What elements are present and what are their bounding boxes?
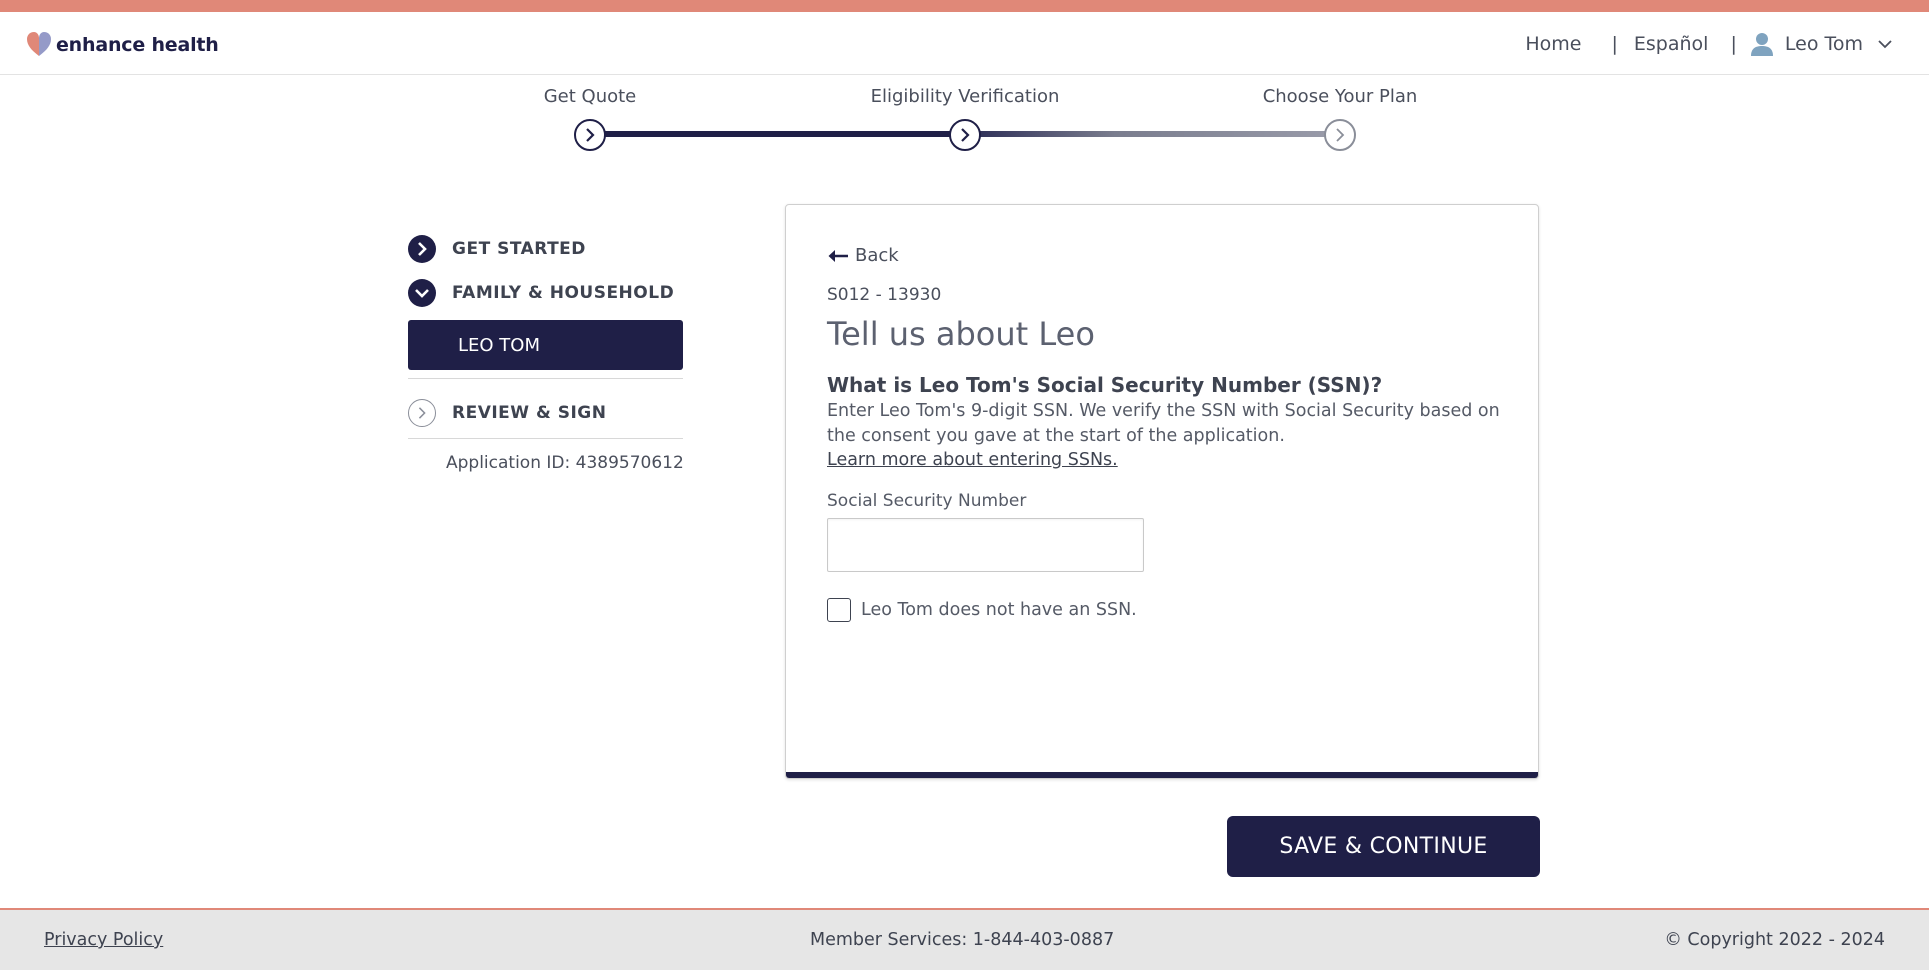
- plan-code: S012 - 13930: [827, 285, 942, 305]
- step-label-choose-plan: Choose Your Plan: [1262, 86, 1418, 107]
- user-menu-name[interactable]: Leo Tom: [1785, 33, 1863, 55]
- save-continue-button[interactable]: SAVE & CONTINUE: [1227, 816, 1540, 877]
- chevron-down-icon[interactable]: [1877, 36, 1893, 52]
- sidebar-item-review-sign[interactable]: REVIEW & SIGN: [408, 398, 694, 428]
- heart-logo-icon: [27, 32, 51, 56]
- progress-stepper: Get Quote Eligibility Verification Choos…: [0, 75, 1929, 175]
- sidebar-subitem-leo-tom[interactable]: LEO TOM: [408, 320, 683, 370]
- chevron-right-icon: [408, 399, 436, 427]
- site-footer: Privacy Policy Member Services: 1-844-40…: [0, 908, 1929, 970]
- sidebar-item-label: FAMILY & HOUSEHOLD: [452, 283, 675, 303]
- chevron-down-icon: [408, 279, 436, 307]
- step-label-eligibility: Eligibility Verification: [870, 86, 1060, 107]
- brand-name: enhance health: [56, 34, 219, 56]
- nav-separator: |: [1611, 33, 1618, 55]
- back-link[interactable]: Back: [827, 245, 899, 266]
- progress-line-complete: [590, 131, 965, 137]
- nav-separator: |: [1730, 33, 1737, 55]
- back-label: Back: [855, 245, 899, 266]
- sidebar-item-label: GET STARTED: [452, 239, 586, 259]
- brand-logo[interactable]: enhance health: [25, 30, 219, 60]
- sidebar-item-get-started[interactable]: GET STARTED: [408, 234, 694, 264]
- chevron-right-icon: [1336, 128, 1345, 142]
- chevron-right-icon: [408, 235, 436, 263]
- chevron-right-icon: [961, 128, 970, 142]
- sidebar-item-label: REVIEW & SIGN: [452, 403, 607, 423]
- no-ssn-label: Leo Tom does not have an SSN.: [861, 600, 1137, 620]
- nav-espanol-link[interactable]: Español: [1634, 33, 1709, 55]
- ssn-question: What is Leo Tom's Social Security Number…: [827, 373, 1383, 397]
- privacy-policy-link[interactable]: Privacy Policy: [44, 930, 163, 950]
- sidebar-divider: [408, 378, 683, 379]
- application-sidebar: GET STARTED FAMILY & HOUSEHOLD LEO TOM R…: [408, 234, 694, 473]
- learn-more-ssn-link[interactable]: Learn more about entering SSNs.: [827, 450, 1118, 470]
- no-ssn-checkbox[interactable]: [827, 598, 851, 622]
- sidebar-item-family-household[interactable]: FAMILY & HOUSEHOLD: [408, 278, 694, 308]
- copyright-text: © Copyright 2022 - 2024: [1664, 930, 1885, 950]
- step-marker-choose-plan: [1324, 119, 1356, 151]
- site-header: enhance health Home | Español | Leo Tom: [0, 12, 1929, 75]
- nav-home-link[interactable]: Home: [1525, 33, 1581, 55]
- top-nav: Home | Español | Leo Tom: [1525, 31, 1893, 57]
- application-id: Application ID: 4389570612: [446, 453, 684, 473]
- step-marker-get-quote: [574, 119, 606, 151]
- ssn-helper-text: Enter Leo Tom's 9-digit SSN. We verify t…: [827, 401, 1500, 446]
- progress-line-upcoming: [965, 131, 1340, 137]
- card-bottom-bar: [786, 772, 1538, 778]
- top-accent-stripe: [0, 0, 1929, 12]
- arrow-left-icon: [828, 249, 848, 262]
- user-icon: [1750, 33, 1773, 56]
- chevron-right-icon: [586, 128, 595, 142]
- page-title: Tell us about Leo: [827, 315, 1095, 353]
- no-ssn-option[interactable]: Leo Tom does not have an SSN.: [827, 598, 1137, 622]
- step-marker-eligibility: [949, 119, 981, 151]
- member-services-phone: Member Services: 1-844-403-0887: [810, 930, 1115, 950]
- step-label-get-quote: Get Quote: [543, 86, 637, 107]
- ssn-input[interactable]: [827, 518, 1144, 572]
- ssn-form-card: Back S012 - 13930 Tell us about Leo What…: [785, 204, 1539, 779]
- sidebar-divider: [408, 438, 683, 439]
- ssn-field-label: Social Security Number: [827, 491, 1027, 511]
